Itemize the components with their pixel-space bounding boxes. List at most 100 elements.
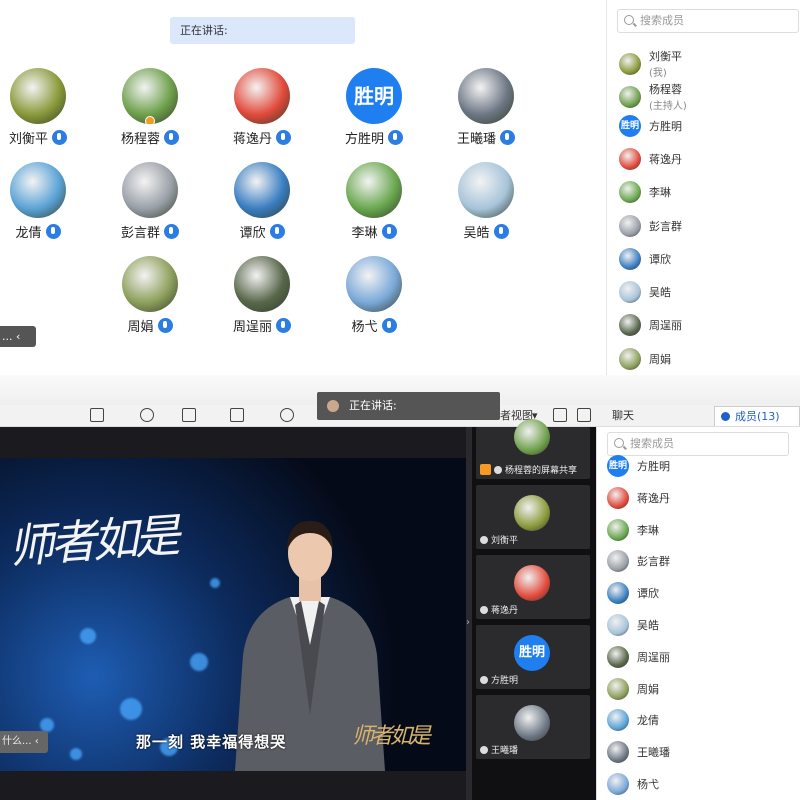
member-text: 周逞丽 [649, 317, 682, 333]
participant-tile[interactable]: 刘衡平 [0, 68, 88, 147]
member-row[interactable]: 李琳 [607, 518, 659, 541]
member-row[interactable]: 周逞丽 [607, 645, 670, 668]
video-tile-label: 刘衡平 [480, 533, 518, 546]
mic-icon [500, 130, 515, 145]
member-row[interactable]: 彭言群 [607, 550, 670, 573]
collapse-back-button[interactable]: ... ‹ [0, 326, 36, 347]
participant-avatar [10, 162, 66, 218]
member-row[interactable]: 龙倩 [607, 709, 659, 732]
member-avatar [619, 85, 641, 108]
participant-tile[interactable]: 蒋逸丹 [212, 68, 312, 147]
screen-icon[interactable] [230, 408, 244, 422]
speaking-banner: 正在讲话: [170, 17, 355, 44]
member-avatar [607, 709, 629, 732]
member-name: 王曦璠 [637, 746, 670, 760]
participant-avatar [234, 68, 290, 124]
member-row[interactable]: 周逞丽 [619, 314, 682, 337]
participants-icon[interactable] [140, 408, 154, 422]
member-row[interactable]: 李琳 [619, 181, 671, 204]
video-tile[interactable]: 蒋逸丹 [476, 555, 590, 619]
participant-tile[interactable]: 胜明 方胜明 [324, 68, 424, 147]
participant-tile[interactable]: 周娟 [100, 256, 200, 335]
member-row[interactable]: 谭欣 [619, 247, 671, 270]
member-search-input[interactable]: 搜索成员 [617, 9, 799, 33]
participant-tile[interactable]: 王曦璠 [436, 68, 536, 147]
video-tile-label: 杨程蓉的屏幕共享 [480, 463, 577, 476]
participant-avatar [234, 256, 290, 312]
chat-tab[interactable]: 聊天 [612, 408, 634, 424]
participant-avatar [346, 162, 402, 218]
member-avatar [619, 214, 641, 237]
participant-tile[interactable]: 杨弋 [324, 256, 424, 335]
member-name: 吴皓 [637, 619, 659, 632]
participant-name: 方胜明 [344, 132, 384, 147]
member-row[interactable]: 刘衡平 (我) [619, 48, 682, 79]
member-row[interactable]: 吴皓 [619, 281, 671, 304]
member-row[interactable]: 蒋逸丹 [619, 147, 682, 170]
participant-name: 龙倩 [15, 226, 42, 241]
participant-name: 周逞丽 [232, 320, 272, 335]
participant-name: 杨程蓉 [120, 132, 160, 147]
member-row[interactable]: 胜明 方胜明 [619, 114, 682, 137]
fullscreen-icon[interactable] [553, 408, 567, 422]
video-tile-name: 王曦璠 [491, 746, 519, 756]
video-tile[interactable]: 杨程蓉的屏幕共享 [476, 419, 590, 479]
participant-tile[interactable]: 谭欣 [212, 162, 312, 241]
member-avatar [607, 741, 629, 764]
member-row[interactable]: 彭言群 [619, 214, 682, 237]
share-icon[interactable] [90, 408, 104, 422]
members-tab[interactable]: 成员(13) [714, 406, 800, 426]
member-role: (主持人) [649, 101, 687, 113]
member-name: 蒋逸丹 [649, 152, 682, 166]
member-row[interactable]: 胜明 方胜明 [607, 455, 670, 477]
member-row[interactable]: 谭欣 [607, 582, 659, 605]
participant-tile[interactable]: 李琳 [324, 162, 424, 241]
chevron-left-icon: ‹ [34, 736, 39, 747]
member-text: 周娟 [649, 351, 671, 367]
calligraphy-title: 师者如是 [6, 508, 178, 574]
member-name: 杨程蓉 [649, 83, 682, 97]
member-row[interactable]: 杨程蓉 (主持人) [619, 81, 687, 112]
member-row[interactable]: 杨弋 [607, 773, 659, 795]
member-avatar [607, 614, 629, 636]
participant-tile[interactable]: 周逞丽 [212, 256, 312, 335]
bokeh-light [70, 748, 82, 760]
layout-icon[interactable] [577, 408, 591, 422]
video-tile[interactable]: 刘衡平 [476, 485, 590, 549]
participant-name: 谭欣 [239, 226, 266, 241]
participant-avatar: 胜明 [346, 68, 402, 124]
participant-name-row: 刘衡平 [0, 128, 88, 147]
participant-name-row: 周娟 [100, 316, 200, 335]
member-avatar [619, 181, 641, 204]
member-text: 蒋逸丹 [649, 151, 682, 167]
participant-tile[interactable]: 吴皓 [436, 162, 536, 241]
member-row[interactable]: 蒋逸丹 [607, 486, 670, 509]
record-icon[interactable] [182, 408, 196, 422]
participant-tile[interactable]: 龙倩 [0, 162, 88, 241]
video-tile-avatar: 胜明 [514, 635, 550, 671]
settings-icon[interactable] [280, 408, 294, 422]
screen-share-icon [480, 464, 491, 475]
participant-avatar [458, 68, 514, 124]
video-tile[interactable]: 胜明 方胜明 [476, 625, 590, 689]
member-row[interactable]: 吴皓 [607, 614, 659, 636]
member-row[interactable]: 周娟 [607, 677, 659, 700]
collapse-back-button-bottom[interactable]: 什么... ‹ [0, 731, 48, 753]
participant-name: 周娟 [127, 320, 154, 335]
members-count-label: 成员(13) [735, 410, 780, 423]
member-avatar [607, 677, 629, 700]
video-tile[interactable]: 王曦璠 [476, 695, 590, 759]
member-row[interactable]: 王曦璠 [607, 741, 670, 764]
back-label: 什么... [2, 736, 32, 747]
member-row[interactable]: 周娟 [619, 347, 671, 370]
participant-tile[interactable]: 杨程蓉 [100, 68, 200, 147]
member-avatar [607, 486, 629, 509]
member-search-input[interactable]: 搜索成员 [607, 432, 789, 456]
participant-avatar [122, 162, 178, 218]
member-name: 周逞丽 [637, 650, 670, 664]
member-name: 谭欣 [637, 587, 659, 601]
member-text: 龙倩 [637, 712, 659, 728]
mic-icon [276, 318, 291, 333]
participant-tile[interactable]: 彭言群 [100, 162, 200, 241]
mic-icon [388, 130, 403, 145]
